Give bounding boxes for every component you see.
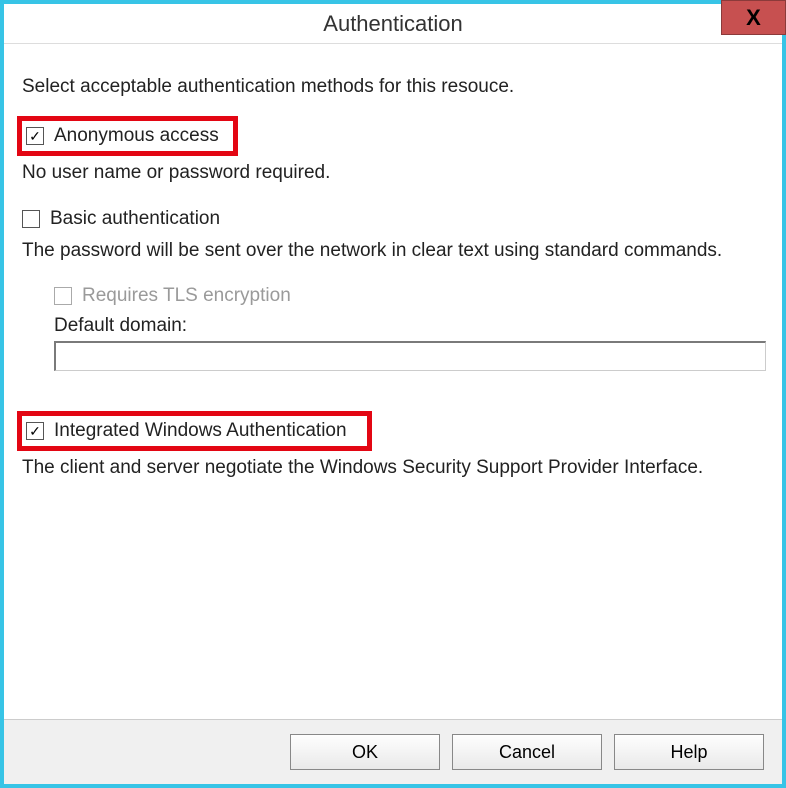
anonymous-access-label: Anonymous access bbox=[54, 125, 219, 147]
cancel-button[interactable]: Cancel bbox=[452, 734, 602, 770]
tls-label: Requires TLS encryption bbox=[82, 285, 291, 307]
basic-auth-row: Basic authentication bbox=[22, 208, 764, 230]
default-domain-input[interactable] bbox=[54, 341, 766, 371]
tls-row: Requires TLS encryption bbox=[54, 285, 764, 307]
default-domain-label: Default domain: bbox=[54, 315, 764, 337]
button-bar: OK Cancel Help bbox=[4, 719, 782, 784]
anonymous-access-checkbox[interactable]: ✓ bbox=[26, 127, 44, 145]
basic-auth-checkbox[interactable] bbox=[22, 210, 40, 228]
titlebar: Authentication X bbox=[4, 4, 782, 44]
dialog-window: Authentication X Select acceptable authe… bbox=[0, 0, 786, 788]
help-button[interactable]: Help bbox=[614, 734, 764, 770]
iwa-highlight: ✓ Integrated Windows Authentication bbox=[17, 411, 372, 451]
window-title: Authentication bbox=[323, 11, 462, 37]
anonymous-access-desc: No user name or password required. bbox=[22, 160, 764, 186]
instruction-text: Select acceptable authentication methods… bbox=[22, 76, 764, 98]
ok-button[interactable]: OK bbox=[290, 734, 440, 770]
iwa-label: Integrated Windows Authentication bbox=[54, 420, 347, 442]
dialog-body: Select acceptable authentication methods… bbox=[4, 44, 782, 719]
close-icon: X bbox=[746, 5, 761, 31]
anonymous-access-highlight: ✓ Anonymous access bbox=[17, 116, 238, 156]
basic-auth-desc: The password will be sent over the netwo… bbox=[22, 238, 764, 264]
iwa-checkbox[interactable]: ✓ bbox=[26, 422, 44, 440]
tls-checkbox bbox=[54, 287, 72, 305]
close-button[interactable]: X bbox=[721, 0, 786, 35]
iwa-desc: The client and server negotiate the Wind… bbox=[22, 455, 764, 481]
basic-auth-label: Basic authentication bbox=[50, 208, 220, 230]
